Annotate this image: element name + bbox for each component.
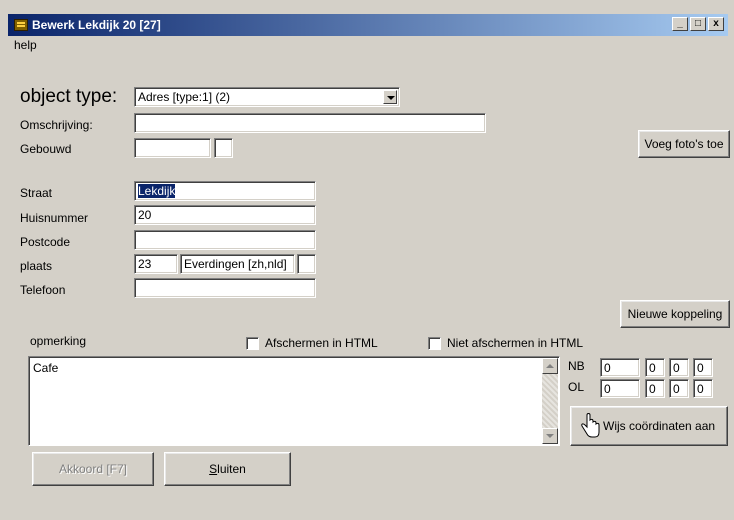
plaats-label: plaats (20, 259, 53, 273)
maximize-button[interactable]: □ (690, 17, 706, 31)
gebouwd-label: Gebouwd (20, 142, 72, 156)
telefoon-label: Telefoon (20, 283, 66, 297)
ol-label: OL (568, 380, 585, 394)
hand-pointer-icon (579, 413, 601, 439)
title-bar: Bewerk Lekdijk 20 [27] _ □ x (8, 14, 728, 36)
postcode-label: Postcode (20, 235, 71, 249)
menu-help[interactable]: help (14, 38, 37, 52)
ol-minutes-input[interactable]: 0 (645, 379, 665, 398)
plaats-name-input[interactable]: Everdingen [zh,nld] (180, 254, 295, 274)
app-icon (14, 19, 28, 31)
omschrijving-input[interactable] (134, 113, 486, 133)
huisnummer-label: Huisnummer (20, 211, 89, 225)
postcode-input[interactable] (134, 230, 316, 250)
object-type-select[interactable]: Adres [type:1] (2) (134, 87, 400, 107)
nb-minutes-input[interactable]: 0 (645, 358, 665, 377)
chevron-down-icon[interactable] (383, 90, 397, 104)
minimize-button[interactable]: _ (672, 17, 688, 31)
straat-input[interactable]: Lekdijk (134, 181, 316, 201)
opmerking-textarea[interactable]: Cafe (28, 356, 560, 446)
close-dialog-label: luiten (217, 462, 246, 476)
ol-degrees-input[interactable]: 0 (600, 379, 640, 398)
close-button[interactable]: x (708, 17, 724, 31)
afschermen-checkbox[interactable] (246, 337, 259, 350)
straat-label: Straat (20, 186, 53, 200)
plaats-code-input[interactable]: 23 (134, 254, 178, 274)
scroll-down-icon[interactable] (542, 428, 558, 444)
huisnummer-input[interactable]: 20 (134, 205, 316, 225)
nb-fraction-input[interactable]: 0 (693, 358, 713, 377)
window-title: Bewerk Lekdijk 20 [27] (32, 18, 161, 32)
point-coordinates-label: Wijs coördinaten aan (603, 419, 716, 433)
object-type-label: object type: (20, 86, 118, 107)
point-coordinates-button[interactable]: Wijs coördinaten aan (570, 406, 728, 446)
ol-seconds-input[interactable]: 0 (669, 379, 689, 398)
plaats-extra-input[interactable] (297, 254, 316, 274)
accept-button[interactable]: Akkoord [F7] (32, 452, 154, 486)
afschermen-label: Afschermen in HTML (265, 336, 378, 350)
niet-afschermen-checkbox[interactable] (428, 337, 441, 350)
niet-afschermen-label: Niet afschermen in HTML (447, 336, 584, 350)
scroll-up-icon[interactable] (542, 358, 558, 374)
nb-degrees-input[interactable]: 0 (600, 358, 640, 377)
nb-label: NB (568, 359, 585, 373)
add-photo-button[interactable]: Voeg foto's toe (638, 130, 730, 158)
nb-seconds-input[interactable]: 0 (669, 358, 689, 377)
gebouwd-input[interactable] (134, 138, 211, 158)
omschrijving-label: Omschrijving: (20, 118, 93, 132)
opmerking-text: Cafe (33, 361, 59, 375)
close-dialog-hotkey: S (209, 462, 218, 476)
opmerking-scrollbar[interactable] (542, 358, 558, 444)
new-link-button[interactable]: Nieuwe koppeling (620, 300, 730, 328)
gebouwd-extra-input[interactable] (214, 138, 233, 158)
opmerking-label: opmerking (30, 334, 87, 348)
object-type-value: Adres [type:1] (2) (138, 90, 231, 104)
close-dialog-button[interactable]: Sluiten (164, 452, 291, 486)
straat-value: Lekdijk (138, 184, 176, 198)
telefoon-input[interactable] (134, 278, 316, 298)
ol-fraction-input[interactable]: 0 (693, 379, 713, 398)
